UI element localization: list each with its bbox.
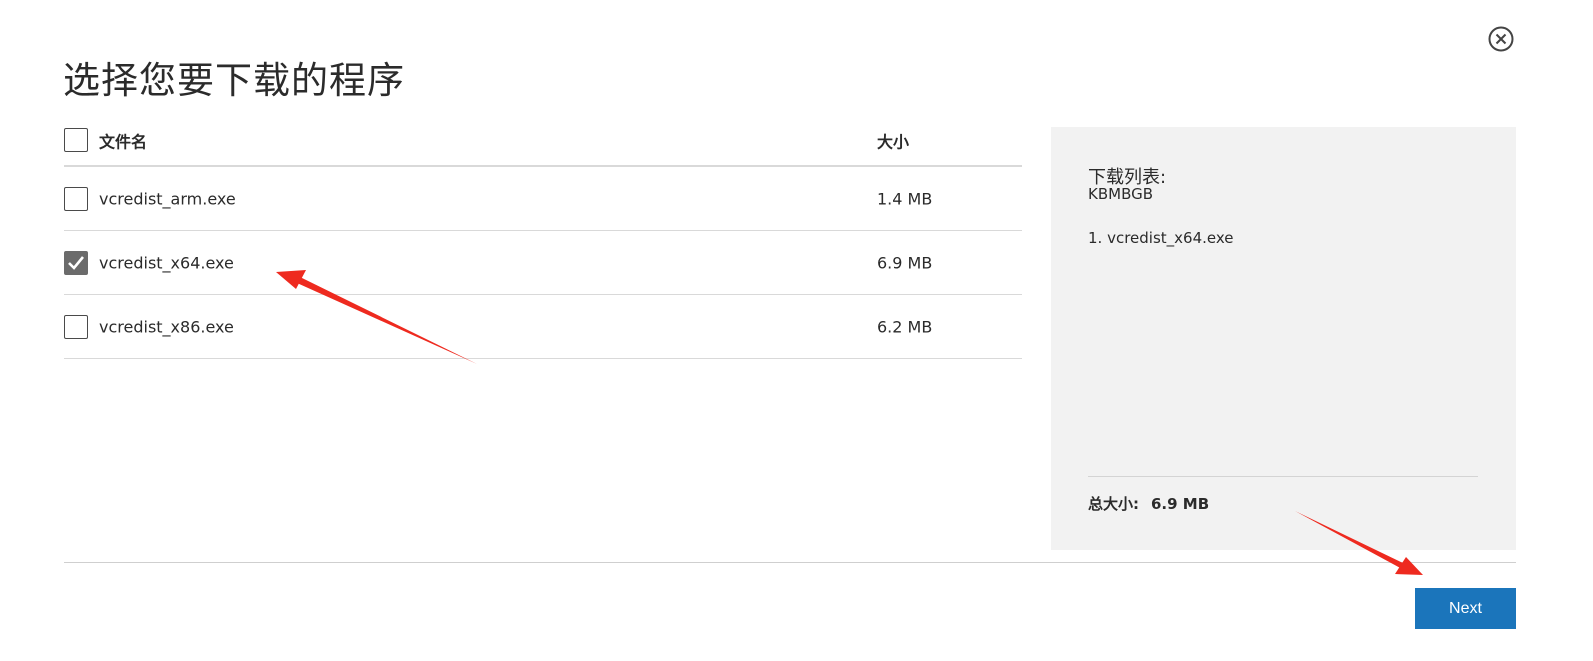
column-header-size: 大小 [877, 132, 910, 152]
file-name: vcredist_x86.exe [99, 317, 234, 336]
file-name: vcredist_arm.exe [99, 189, 236, 208]
next-button[interactable]: Next [1415, 588, 1516, 629]
table-row[interactable]: vcredist_x64.exe 6.9 MB [64, 231, 1022, 295]
close-circle-icon [1488, 26, 1514, 52]
table-header: 文件名 大小 [64, 111, 1022, 167]
file-name: vcredist_x64.exe [99, 253, 234, 272]
total-size-label: 总大小: [1088, 495, 1139, 513]
table-row[interactable]: vcredist_arm.exe 1.4 MB [64, 167, 1022, 231]
download-summary-panel: 下载列表: KBMBGB 1. vcredist_x64.exe 总大小: 6.9… [1051, 127, 1516, 550]
file-table: 文件名 大小 vcredist_arm.exe 1.4 MB vcredist_… [64, 111, 1022, 359]
column-header-name: 文件名 [99, 132, 148, 152]
file-checkbox[interactable] [64, 186, 88, 211]
summary-list-item: 1. vcredist_x64.exe [1088, 229, 1234, 247]
total-size-value: 6.9 MB [1151, 495, 1210, 513]
checkmark-icon [68, 255, 85, 270]
file-checkbox[interactable] [64, 314, 88, 339]
close-button[interactable] [1488, 26, 1514, 52]
summary-total: 总大小: 6.9 MB [1088, 493, 1209, 514]
footer-divider [64, 562, 1516, 563]
select-all-checkbox[interactable] [64, 128, 88, 152]
file-checkbox[interactable] [64, 250, 88, 275]
table-row[interactable]: vcredist_x86.exe 6.2 MB [64, 295, 1022, 359]
download-dialog: 选择您要下载的程序 文件名 大小 vcredist_arm.exe 1.4 MB… [0, 0, 1593, 661]
summary-subheading: KBMBGB [1088, 185, 1154, 203]
file-size: 1.4 MB [877, 189, 933, 208]
summary-divider [1088, 476, 1478, 477]
dialog-title: 选择您要下载的程序 [63, 59, 405, 102]
file-size: 6.2 MB [877, 317, 933, 336]
file-size: 6.9 MB [877, 253, 933, 272]
